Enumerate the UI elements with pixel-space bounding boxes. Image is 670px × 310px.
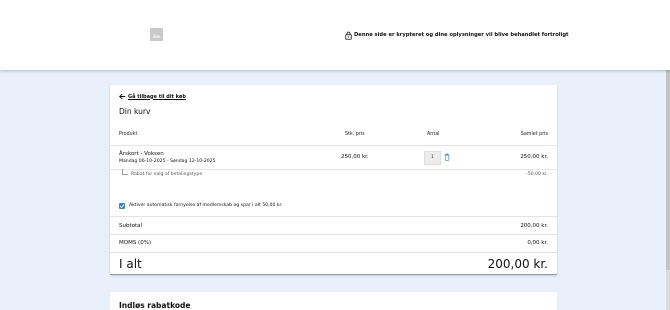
subtotal-value: 200,00 kr. — [520, 223, 548, 229]
auto-renew-checkbox[interactable] — [119, 203, 125, 209]
page-scrollbar[interactable] — [666, 70, 670, 310]
tree-connector — [122, 169, 128, 175]
total-label: I alt — [119, 257, 142, 271]
site-header: Denne side er krypteret og dine oplysnin… — [0, 0, 670, 70]
checkmark-icon — [119, 204, 125, 209]
divider — [110, 234, 557, 235]
discount-code-title: Indløs rabatkode — [119, 301, 191, 310]
auto-renew-label: Aktiver automatisk fornyelse af medlemsk… — [129, 203, 283, 208]
product-total: 250,00 kr. — [520, 154, 548, 160]
trash-icon[interactable] — [444, 153, 450, 161]
discount-code-card: Indløs rabatkode — [110, 292, 557, 310]
security-notice-text: Denne side er krypteret og dine oplysnin… — [354, 32, 569, 38]
cart-card: Gå tilbage til dit køb Din kurv Produkt … — [110, 85, 557, 275]
product-unit-price: 250,00 kr. — [341, 154, 369, 160]
product-name: Årskort - Voksen — [119, 151, 164, 157]
column-header-quantity: Antal — [427, 132, 440, 137]
security-notice: Denne side er krypteret og dine oplysnin… — [345, 30, 569, 40]
product-dates: Mandag 06-10-2025 - Søndag 12-10-2025 — [119, 159, 216, 164]
arrow-left-icon — [119, 93, 126, 100]
total-value: 200,00 kr. — [487, 257, 548, 271]
quantity-field[interactable]: 1 — [424, 151, 441, 165]
discount-value: -50,00 kr. — [526, 172, 548, 177]
divider — [110, 216, 557, 217]
column-header-product: Produkt — [119, 132, 138, 137]
vat-value: 0,00 kr. — [527, 240, 548, 246]
divider — [110, 145, 557, 146]
discount-label: Rabat for valg af betalingstype — [131, 172, 203, 177]
page-title: Din kurv — [119, 107, 151, 116]
back-link-label: Gå tilbage til dit køb — [128, 93, 186, 100]
column-header-total-price: Samlet pris — [520, 132, 548, 137]
vat-label: MOMS (0%) — [119, 240, 152, 246]
divider — [110, 252, 557, 253]
divider — [110, 169, 557, 170]
scrollbar-thumb[interactable] — [666, 70, 670, 270]
lock-icon — [345, 31, 352, 40]
column-header-unit-price: Stk. pris — [345, 132, 365, 137]
image-placeholder-icon — [150, 28, 163, 41]
subtotal-label: Subtotal — [119, 223, 143, 229]
back-to-purchase-link[interactable]: Gå tilbage til dit køb — [119, 93, 186, 100]
